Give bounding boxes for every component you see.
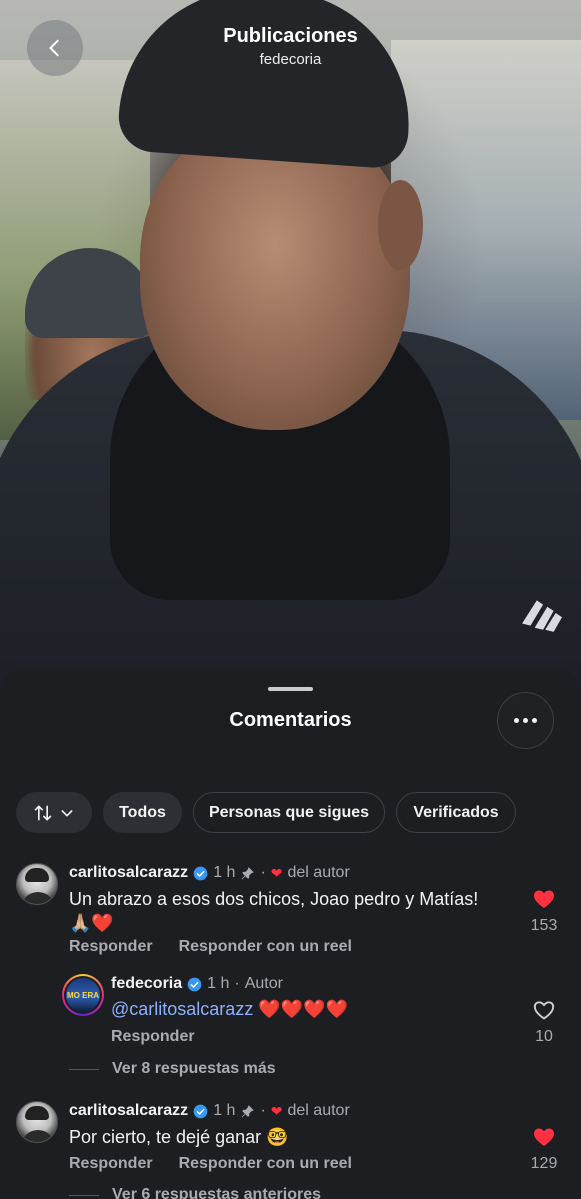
view-more-replies-label: Ver 8 respuestas más (112, 1060, 276, 1077)
avatar-torso (21, 1130, 55, 1142)
comment-username[interactable]: carlitosalcarazz (69, 1102, 188, 1120)
like-count: 129 (530, 1155, 558, 1172)
liked-by-author-label: del autor (287, 1102, 350, 1119)
filter-verified-chip[interactable]: Verificados (396, 792, 516, 833)
separator-dot: · (260, 864, 266, 881)
verified-badge-icon (193, 866, 208, 880)
reply-actions: Responder (111, 1028, 195, 1046)
author-like-heart-icon: ❤ (270, 1102, 283, 1119)
comment-text: Por cierto, te dejé ganar 🤓 (69, 1127, 289, 1147)
heart-filled-icon (534, 1128, 554, 1146)
avatar-hair (25, 1106, 49, 1120)
verified-badge-icon (187, 977, 202, 991)
separator-dot: · (234, 975, 240, 992)
author-tag: Autor (244, 975, 283, 992)
avatar[interactable] (16, 863, 58, 905)
sort-button[interactable] (16, 792, 92, 833)
like-button[interactable]: 10 (524, 998, 564, 1046)
view-previous-replies-label: Ver 6 respuestas anteriores (112, 1186, 322, 1199)
filter-following-chip[interactable]: Personas que sigues (193, 792, 385, 833)
avatar[interactable] (16, 1101, 58, 1143)
reply-button[interactable]: Responder (111, 1028, 195, 1046)
comment-actions: Responder Responder con un reel (69, 1155, 352, 1173)
comment-meta: carlitosalcarazz 1 h · ❤ del autor (69, 1102, 350, 1120)
avatar-ring-inner: MO ERA (64, 976, 102, 1014)
post-photo[interactable] (0, 0, 581, 700)
page-subtitle[interactable]: fedecoria (0, 51, 581, 68)
heart-filled-icon (534, 890, 554, 908)
filter-all-chip[interactable]: Todos (103, 792, 182, 833)
comment-time: 1 h (213, 864, 236, 881)
reply-button[interactable]: Responder (69, 938, 153, 956)
view-previous-replies-button[interactable]: Ver 6 respuestas anteriores (69, 1186, 321, 1199)
dot-icon (523, 718, 528, 723)
filter-bar: Todos Personas que sigues Verificados (16, 792, 516, 833)
thread-line (69, 1068, 99, 1070)
dot-icon (532, 718, 537, 723)
pin-icon (242, 866, 254, 879)
comment-text: Un abrazo a esos dos chicos, Joao pedro … (69, 887, 509, 935)
reply-time: 1 h (207, 975, 230, 992)
heart-outline-icon (533, 1001, 555, 1020)
liked-by-author-label: del autor (287, 864, 350, 881)
reply-button[interactable]: Responder (69, 1155, 153, 1173)
like-count: 153 (530, 917, 558, 934)
avatar-torso (21, 892, 55, 904)
avatar: MO ERA (66, 978, 100, 1012)
separator-dot: · (260, 1102, 266, 1119)
sheet-grabber[interactable] (268, 687, 313, 691)
dot-icon (514, 718, 519, 723)
mention-link[interactable]: @carlitosalcarazz (111, 999, 253, 1019)
thread-line (69, 1194, 99, 1196)
comment-username[interactable]: carlitosalcarazz (69, 864, 188, 882)
sort-arrows-icon (34, 805, 52, 820)
reply-with-reel-button[interactable]: Responder con un reel (179, 938, 352, 956)
reply-text-body: ❤️❤️❤️❤️ (258, 999, 348, 1019)
comment-actions: Responder Responder con un reel (69, 938, 352, 956)
comment-emoji: 🙏🏼❤️ (69, 913, 114, 933)
reply-with-reel-button[interactable]: Responder con un reel (179, 1155, 352, 1173)
more-options-button[interactable] (497, 692, 554, 749)
pin-icon (242, 1104, 254, 1117)
comment-meta: carlitosalcarazz 1 h · ❤ del autor (69, 864, 350, 882)
avatar-text: MO ERA (67, 990, 99, 1000)
brand-logo-icon (520, 592, 562, 634)
like-count: 10 (535, 1028, 553, 1045)
reply-text: @carlitosalcarazz ❤️❤️❤️❤️ (111, 997, 348, 1021)
view-more-replies-button[interactable]: Ver 8 respuestas más (69, 1060, 276, 1078)
avatar-story-ring[interactable]: MO ERA (62, 974, 104, 1016)
sheet-title: Comentarios (229, 709, 352, 731)
comment-text-body: Un abrazo a esos dos chicos, Joao pedro … (69, 889, 479, 909)
verified-badge-icon (193, 1104, 208, 1118)
chevron-down-icon (61, 809, 73, 816)
comment-time: 1 h (213, 1102, 236, 1119)
reply-meta: fedecoria 1 h · Autor (111, 975, 283, 993)
like-button[interactable]: 129 (524, 1125, 564, 1173)
ear-shape (378, 180, 423, 270)
author-like-heart-icon: ❤ (270, 864, 283, 881)
avatar-hair (25, 868, 49, 882)
like-button[interactable]: 153 (524, 887, 564, 935)
page-title: Publicaciones (223, 25, 358, 47)
reply-username[interactable]: fedecoria (111, 975, 182, 993)
